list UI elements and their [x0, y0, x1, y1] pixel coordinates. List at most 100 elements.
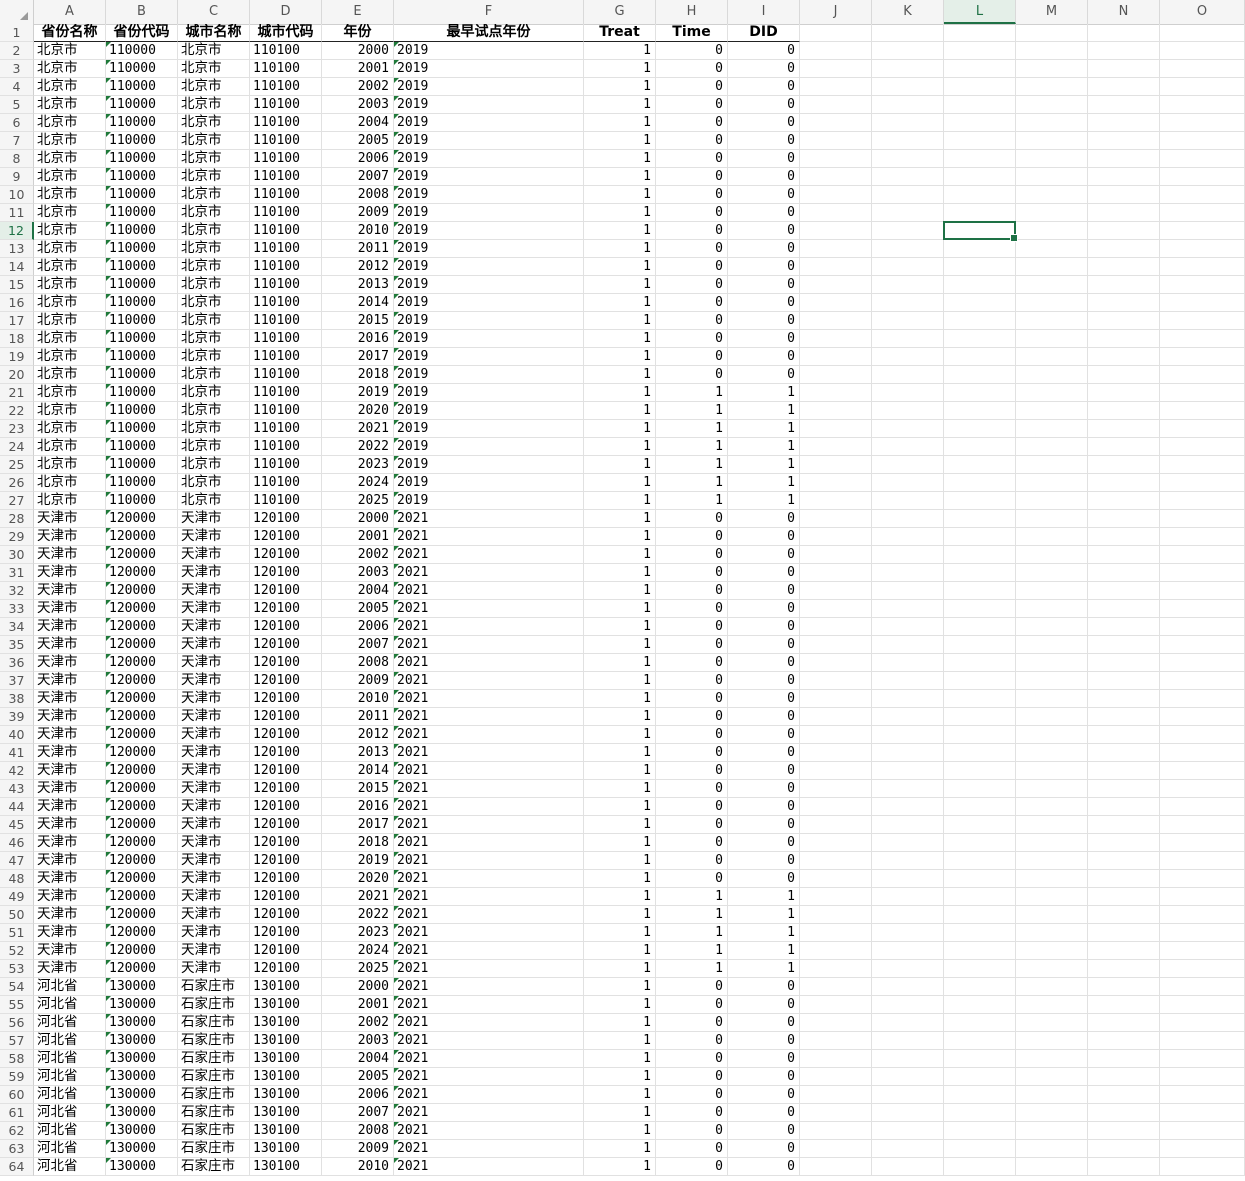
- cell-G12[interactable]: 1: [584, 222, 656, 240]
- cell-H8[interactable]: 0: [656, 150, 728, 168]
- cell-H37[interactable]: 0: [656, 672, 728, 690]
- cell-B56[interactable]: 130000: [106, 1014, 178, 1032]
- cell-D11[interactable]: 110100: [250, 204, 322, 222]
- cell-O15[interactable]: [1160, 276, 1245, 294]
- cell-I24[interactable]: 1: [728, 438, 800, 456]
- cell-N51[interactable]: [1088, 924, 1160, 942]
- cell-N3[interactable]: [1088, 60, 1160, 78]
- cell-J30[interactable]: [800, 546, 872, 564]
- cell-J16[interactable]: [800, 294, 872, 312]
- cell-D41[interactable]: 120100: [250, 744, 322, 762]
- cell-G46[interactable]: 1: [584, 834, 656, 852]
- cell-H50[interactable]: 1: [656, 906, 728, 924]
- cell-I20[interactable]: 0: [728, 366, 800, 384]
- cell-A17[interactable]: 北京市: [34, 312, 106, 330]
- cell-L29[interactable]: [944, 528, 1016, 546]
- cell-C40[interactable]: 天津市: [178, 726, 250, 744]
- cell-M20[interactable]: [1016, 366, 1088, 384]
- cell-K10[interactable]: [872, 186, 944, 204]
- cell-D31[interactable]: 120100: [250, 564, 322, 582]
- cell-G11[interactable]: 1: [584, 204, 656, 222]
- cell-A18[interactable]: 北京市: [34, 330, 106, 348]
- cell-B15[interactable]: 110000: [106, 276, 178, 294]
- cell-E37[interactable]: 2009: [322, 672, 394, 690]
- cell-H59[interactable]: 0: [656, 1068, 728, 1086]
- cell-I48[interactable]: 0: [728, 870, 800, 888]
- cell-H16[interactable]: 0: [656, 294, 728, 312]
- cell-C7[interactable]: 北京市: [178, 132, 250, 150]
- cell-B14[interactable]: 110000: [106, 258, 178, 276]
- cell-L35[interactable]: [944, 636, 1016, 654]
- cell-C6[interactable]: 北京市: [178, 114, 250, 132]
- cell-O59[interactable]: [1160, 1068, 1245, 1086]
- cell-A46[interactable]: 天津市: [34, 834, 106, 852]
- cell-K37[interactable]: [872, 672, 944, 690]
- cell-E5[interactable]: 2003: [322, 96, 394, 114]
- cell-B35[interactable]: 120000: [106, 636, 178, 654]
- cell-F33[interactable]: 2021: [394, 600, 584, 618]
- cell-E45[interactable]: 2017: [322, 816, 394, 834]
- cell-L12[interactable]: [944, 222, 1016, 240]
- cell-E59[interactable]: 2005: [322, 1068, 394, 1086]
- cell-L6[interactable]: [944, 114, 1016, 132]
- cell-M63[interactable]: [1016, 1140, 1088, 1158]
- cell-F55[interactable]: 2021: [394, 996, 584, 1014]
- cell-G17[interactable]: 1: [584, 312, 656, 330]
- cell-L11[interactable]: [944, 204, 1016, 222]
- cell-F61[interactable]: 2021: [394, 1104, 584, 1122]
- cell-N64[interactable]: [1088, 1158, 1160, 1176]
- cell-M16[interactable]: [1016, 294, 1088, 312]
- cell-K53[interactable]: [872, 960, 944, 978]
- cell-M5[interactable]: [1016, 96, 1088, 114]
- cell-J32[interactable]: [800, 582, 872, 600]
- cell-K58[interactable]: [872, 1050, 944, 1068]
- cell-I34[interactable]: 0: [728, 618, 800, 636]
- cell-K49[interactable]: [872, 888, 944, 906]
- cell-O18[interactable]: [1160, 330, 1245, 348]
- cell-H51[interactable]: 1: [656, 924, 728, 942]
- column-header-D[interactable]: D: [250, 0, 322, 24]
- cell-M7[interactable]: [1016, 132, 1088, 150]
- cell-B7[interactable]: 110000: [106, 132, 178, 150]
- cell-J12[interactable]: [800, 222, 872, 240]
- cell-H3[interactable]: 0: [656, 60, 728, 78]
- cell-L55[interactable]: [944, 996, 1016, 1014]
- cell-J43[interactable]: [800, 780, 872, 798]
- column-header-O[interactable]: O: [1160, 0, 1245, 24]
- cell-C27[interactable]: 北京市: [178, 492, 250, 510]
- cell-J44[interactable]: [800, 798, 872, 816]
- cell-G37[interactable]: 1: [584, 672, 656, 690]
- cell-E49[interactable]: 2021: [322, 888, 394, 906]
- cell-D8[interactable]: 110100: [250, 150, 322, 168]
- cell-K41[interactable]: [872, 744, 944, 762]
- cell-C47[interactable]: 天津市: [178, 852, 250, 870]
- cell-F14[interactable]: 2019: [394, 258, 584, 276]
- cell-H55[interactable]: 0: [656, 996, 728, 1014]
- cell-A37[interactable]: 天津市: [34, 672, 106, 690]
- cell-H54[interactable]: 0: [656, 978, 728, 996]
- cell-D36[interactable]: 120100: [250, 654, 322, 672]
- cell-O25[interactable]: [1160, 456, 1245, 474]
- cell-N4[interactable]: [1088, 78, 1160, 96]
- cell-J47[interactable]: [800, 852, 872, 870]
- cell-F46[interactable]: 2021: [394, 834, 584, 852]
- cell-B28[interactable]: 120000: [106, 510, 178, 528]
- cell-E19[interactable]: 2017: [322, 348, 394, 366]
- cell-C39[interactable]: 天津市: [178, 708, 250, 726]
- cell-G35[interactable]: 1: [584, 636, 656, 654]
- cell-G50[interactable]: 1: [584, 906, 656, 924]
- cell-K40[interactable]: [872, 726, 944, 744]
- cell-E54[interactable]: 2000: [322, 978, 394, 996]
- cell-I36[interactable]: 0: [728, 654, 800, 672]
- cell-D28[interactable]: 120100: [250, 510, 322, 528]
- cell-F57[interactable]: 2021: [394, 1032, 584, 1050]
- cell-J52[interactable]: [800, 942, 872, 960]
- cell-D54[interactable]: 130100: [250, 978, 322, 996]
- cell-E25[interactable]: 2023: [322, 456, 394, 474]
- cell-M62[interactable]: [1016, 1122, 1088, 1140]
- cell-C64[interactable]: 石家庄市: [178, 1158, 250, 1176]
- cell-D12[interactable]: 110100: [250, 222, 322, 240]
- cell-N57[interactable]: [1088, 1032, 1160, 1050]
- cell-I38[interactable]: 0: [728, 690, 800, 708]
- cell-C60[interactable]: 石家庄市: [178, 1086, 250, 1104]
